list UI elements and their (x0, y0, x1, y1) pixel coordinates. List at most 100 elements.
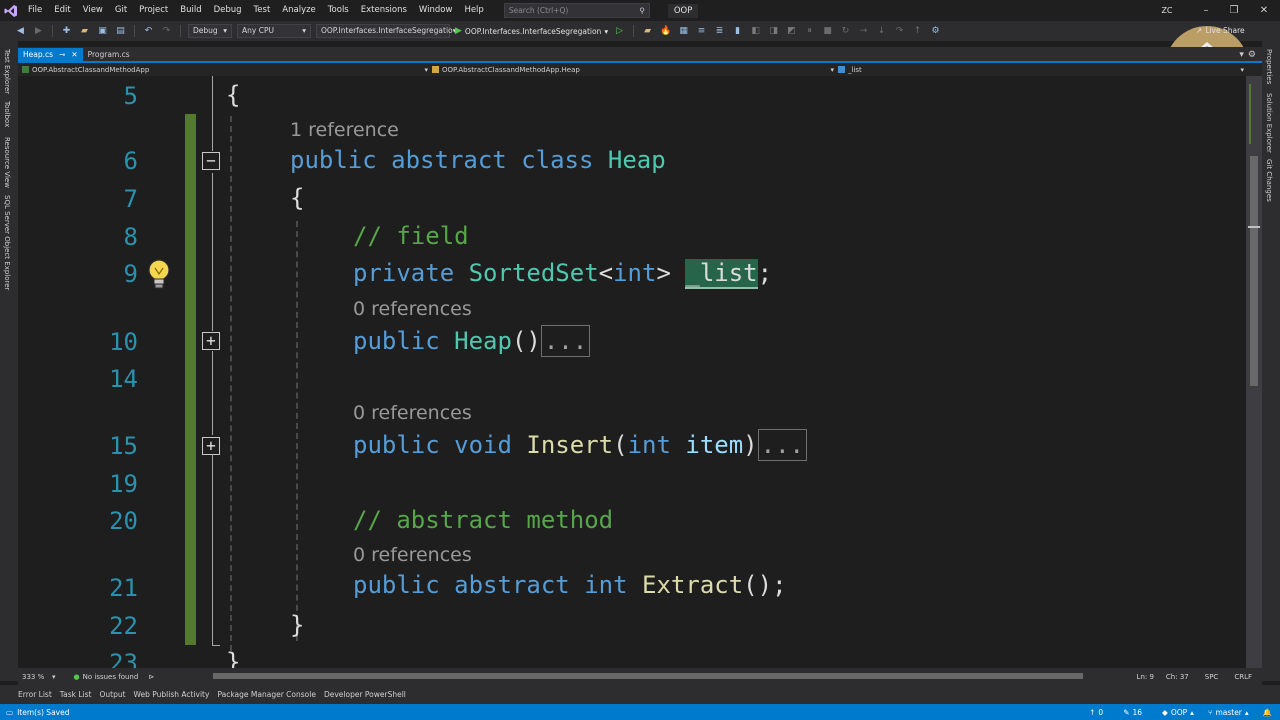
save-icon[interactable]: ▣ (96, 25, 109, 38)
collapsed-region[interactable]: ... (540, 325, 591, 357)
save-all-icon[interactable]: ▤ (114, 25, 127, 38)
tab-error-list[interactable]: Error List (18, 690, 52, 699)
platform-select[interactable]: Any CPU ▾ (237, 24, 311, 38)
settings-gear-icon[interactable]: ⚙ (1248, 48, 1262, 62)
user-avatar[interactable]: ZC (1158, 3, 1176, 18)
bookmark-clear-icon[interactable]: ◩ (785, 25, 798, 38)
menu-build[interactable]: Build (174, 0, 207, 21)
forward-icon[interactable]: ▶ (32, 25, 45, 38)
collapsed-region[interactable]: ... (757, 429, 807, 461)
tab-git-changes[interactable]: Git Changes (1265, 159, 1273, 202)
pause-icon[interactable]: ⏸ (803, 25, 816, 38)
configuration-select[interactable]: Debug ▾ (188, 24, 232, 38)
spacing-indicator[interactable]: SPC (1205, 673, 1219, 681)
search-input[interactable]: Search (Ctrl+Q) ⚲ (503, 3, 650, 18)
startup-project-select[interactable]: OOP.Interfaces.InterfaceSegregatio ▾ (316, 24, 456, 38)
tab-properties[interactable]: Properties (1265, 49, 1273, 84)
vertical-scrollbar[interactable] (1246, 76, 1262, 668)
new-project-icon[interactable]: ✚ (60, 25, 73, 38)
comment-icon[interactable]: ≣ (713, 25, 726, 38)
undo-icon[interactable]: ↶ (142, 25, 155, 38)
member-dropdown[interactable]: _list ▾ (834, 66, 1244, 74)
codelens-constructor-references[interactable]: 0 references (353, 298, 472, 320)
branch-icon[interactable]: ⑂ (1208, 708, 1213, 717)
tab-program-cs[interactable]: Program.cs (83, 48, 135, 62)
issues-navigate-icon[interactable]: ⊳ (148, 673, 154, 681)
tab-developer-powershell[interactable]: Developer PowerShell (324, 690, 406, 699)
expand-outline-button[interactable]: + (202, 332, 220, 350)
errors-count[interactable]: 0 (1098, 708, 1103, 717)
menu-project[interactable]: Project (133, 0, 174, 21)
format-icon[interactable]: ≡ (695, 25, 708, 38)
scrollbar-thumb[interactable] (1250, 156, 1258, 386)
menu-git[interactable]: Git (109, 0, 133, 21)
redo-icon[interactable]: ↷ (160, 25, 173, 38)
branch-name[interactable]: master (1215, 708, 1241, 717)
notifications-icon[interactable]: 🔔 (1263, 708, 1272, 717)
menu-window[interactable]: Window (413, 0, 459, 21)
diagnostics-icon[interactable]: ⚙ (929, 25, 942, 38)
codelens-insert-references[interactable]: 0 references (353, 402, 472, 424)
start-debugging-button[interactable]: ▶ OOP.Interfaces.InterfaceSegregation ▾ (455, 26, 608, 36)
open-folder-icon[interactable]: ▰ (78, 25, 91, 38)
tab-toolbox[interactable]: Toolbox (3, 101, 11, 127)
repo-icon[interactable]: ◆ (1162, 708, 1168, 717)
toolbox-icon[interactable]: ▦ (677, 25, 690, 38)
browse-icon[interactable]: ▰ (641, 25, 654, 38)
collapse-outline-button[interactable]: − (202, 152, 220, 170)
tab-solution-explorer[interactable]: Solution Explorer (1265, 93, 1273, 153)
tab-output[interactable]: Output (99, 690, 125, 699)
close-button[interactable]: ✕ (1250, 0, 1278, 21)
tab-heap-cs[interactable]: Heap.cs ⊸ ✕ (18, 48, 83, 62)
stop-icon[interactable]: ■ (821, 25, 834, 38)
codelens-extract-references[interactable]: 0 references (353, 544, 472, 566)
menu-debug[interactable]: Debug (208, 0, 248, 21)
arrow-up-icon[interactable]: ↑ (1089, 708, 1095, 717)
tab-web-publish-activity[interactable]: Web Publish Activity (134, 690, 210, 699)
restart-icon[interactable]: ↻ (839, 25, 852, 38)
pencil-icon[interactable]: ✎ (1123, 708, 1129, 717)
line-ending-indicator[interactable]: CRLF (1234, 673, 1252, 681)
tab-package-manager-console[interactable]: Package Manager Console (217, 690, 316, 699)
tab-test-explorer[interactable]: Test Explorer (3, 49, 11, 94)
bookmark-prev-icon[interactable]: ◧ (749, 25, 762, 38)
menu-extensions[interactable]: Extensions (355, 0, 413, 21)
tab-overflow-icon[interactable]: ▾ (1239, 48, 1248, 62)
codelens-class-references[interactable]: 1 reference (290, 119, 399, 141)
menu-analyze[interactable]: Analyze (276, 0, 322, 21)
start-without-debugging-icon[interactable]: ▷ (613, 25, 626, 38)
maximize-button[interactable]: ❐ (1220, 0, 1248, 21)
show-next-statement-icon[interactable]: → (857, 25, 870, 38)
menu-view[interactable]: View (77, 0, 109, 21)
tab-resource-view[interactable]: Resource View (3, 137, 11, 188)
step-over-icon[interactable]: ↷ (893, 25, 906, 38)
pin-icon[interactable]: ⊸ (59, 48, 65, 62)
selected-identifier[interactable]: _list (685, 259, 758, 289)
menu-test[interactable]: Test (248, 0, 277, 21)
visual-studio-logo-icon[interactable] (0, 0, 22, 21)
bookmark-icon[interactable]: ▮ (731, 25, 744, 38)
menu-help[interactable]: Help (458, 0, 489, 21)
code-editor[interactable]: 5 6 7 8 9 10 14 15 19 20 21 22 23 − + + … (18, 76, 1246, 668)
close-icon[interactable]: ✕ (71, 48, 77, 62)
repo-name[interactable]: OOP (1171, 708, 1187, 717)
chevron-down-icon[interactable]: ▾ (52, 673, 56, 681)
menu-edit[interactable]: Edit (48, 0, 76, 21)
tab-sql-server-object-explorer[interactable]: SQL Server Object Explorer (3, 195, 11, 290)
changes-count[interactable]: 16 (1133, 708, 1143, 717)
bookmark-next-icon[interactable]: ◨ (767, 25, 780, 38)
menu-tools[interactable]: Tools (322, 0, 355, 21)
step-into-icon[interactable]: ↓ (875, 25, 888, 38)
live-share-button[interactable]: ↗ Live Share (1196, 26, 1245, 35)
back-icon[interactable]: ◀ (14, 25, 27, 38)
zoom-level[interactable]: 333 % (22, 673, 52, 681)
hot-reload-icon[interactable]: 🔥 (659, 25, 672, 38)
minimize-button[interactable]: – (1192, 0, 1220, 21)
issues-status[interactable]: No issues found (83, 673, 139, 681)
type-dropdown[interactable]: OOP.AbstractClassandMethodApp.Heap ▾ (428, 66, 834, 74)
step-out-icon[interactable]: ↑ (911, 25, 924, 38)
project-dropdown[interactable]: OOP.AbstractClassandMethodApp ▾ (18, 66, 428, 74)
expand-outline-button[interactable]: + (202, 437, 220, 455)
tab-task-list[interactable]: Task List (60, 690, 92, 699)
horizontal-scrollbar-thumb[interactable] (213, 673, 1083, 679)
